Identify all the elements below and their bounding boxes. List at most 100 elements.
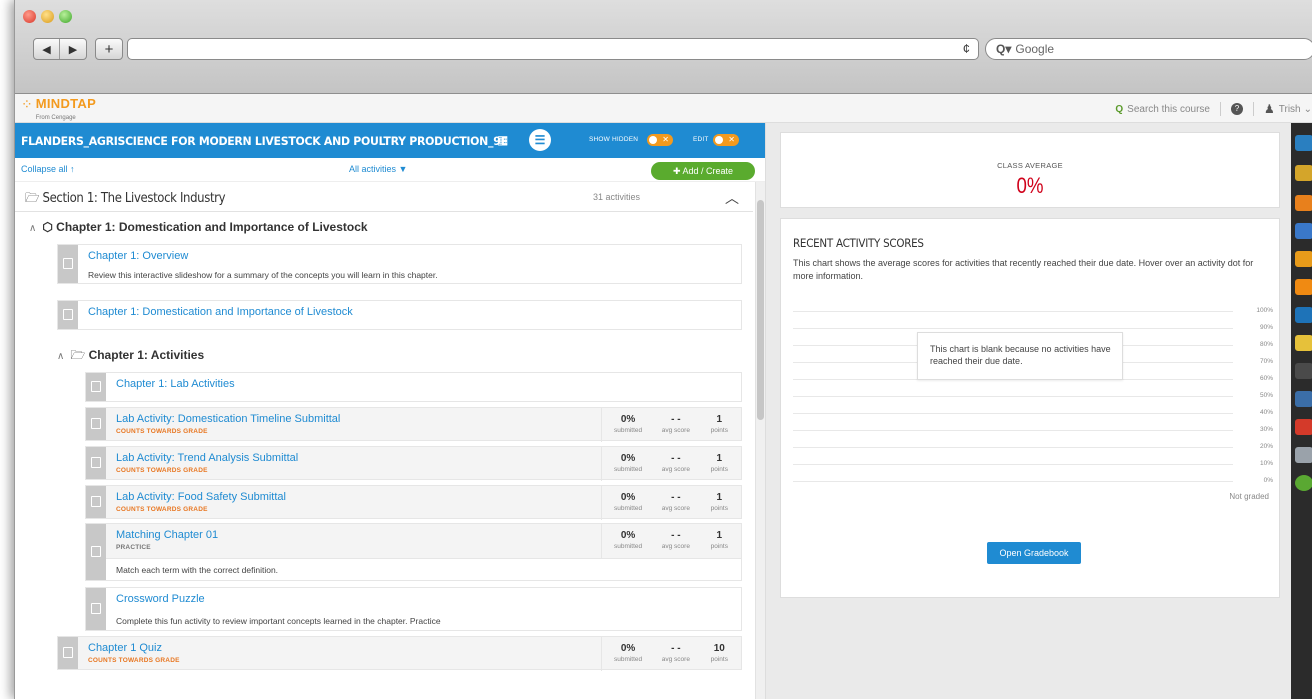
search-course-link[interactable]: Search this course: [1127, 104, 1210, 115]
list-item[interactable]: Chapter 1: Lab Activities: [85, 372, 742, 402]
points-stat: 1 points: [710, 530, 728, 551]
item-link[interactable]: Chapter 1 Quiz: [88, 642, 162, 654]
pencil-app-icon[interactable]: [1295, 165, 1312, 181]
item-link[interactable]: Lab Activity: Domestication Timeline Sub…: [116, 413, 340, 425]
divider: [1252, 102, 1254, 116]
collapse-all-link[interactable]: Collapse all ↑: [21, 164, 75, 174]
circle-app-icon[interactable]: [1295, 475, 1312, 491]
item-link[interactable]: Lab Activity: Food Safety Submittal: [116, 491, 286, 503]
list-item[interactable]: Chapter 1: Overview Review this interact…: [57, 244, 742, 284]
list-item[interactable]: Crossword Puzzle Complete this fun activ…: [85, 587, 742, 631]
user-menu[interactable]: Trish: [1279, 104, 1301, 115]
table-row[interactable]: Lab Activity: Trend Analysis Submittal C…: [85, 446, 742, 481]
chart-gridline: [793, 481, 1233, 482]
lifebuoy-app-icon[interactable]: [1295, 419, 1312, 435]
submitted-stat: 0% submitted: [613, 414, 643, 435]
chapter-header[interactable]: ∧ ⬡ Chapter 1: Domestication and Importan…: [29, 220, 368, 240]
help-icon[interactable]: ?: [1230, 103, 1243, 115]
document-icon: [86, 408, 106, 440]
close-window-button[interactable]: [23, 10, 36, 23]
globe-app-icon[interactable]: [1295, 223, 1312, 239]
table-row[interactable]: Chapter 1 Quiz COUNTS TOWARDS GRADE 0% su…: [57, 636, 742, 671]
y-tick-label: 20%: [1259, 443, 1273, 450]
browser-chrome: ◀ ▶ + ¢ Q▾ Google: [15, 0, 1312, 94]
show-hidden-toggle[interactable]: [647, 134, 673, 146]
document-icon: [86, 486, 106, 518]
reload-icon[interactable]: ¢: [963, 41, 970, 56]
minimize-window-button[interactable]: [41, 10, 54, 23]
new-tab-button[interactable]: +: [95, 38, 123, 60]
user-icon: ♟: [1263, 102, 1275, 116]
course-title: FLANDERS_AGRISCIENCE FOR MODERN LIVESTOC…: [21, 133, 508, 148]
calendar-icon[interactable]: ▦: [497, 133, 508, 147]
show-hidden-label: SHOW HIDDEN: [589, 136, 639, 143]
table-row[interactable]: Lab Activity: Domestication Timeline Sub…: [85, 407, 742, 442]
number-app-icon[interactable]: [1295, 279, 1312, 295]
mindtap-logo[interactable]: ⁘ MINDTAP From Cengage: [21, 97, 96, 125]
course-outline-pane: FLANDERS_AGRISCIENCE FOR MODERN LIVESTOC…: [15, 123, 765, 699]
activity-stats: 0% submitted - - avg score 1 points: [601, 408, 741, 442]
zoom-window-button[interactable]: [59, 10, 72, 23]
submitted-stat: 0% submitted: [613, 530, 643, 551]
forward-button[interactable]: ▶: [60, 39, 86, 59]
course-title-bar: FLANDERS_AGRISCIENCE FOR MODERN LIVESTOC…: [15, 123, 765, 158]
filter-icon: ▼: [398, 164, 408, 174]
all-activities-filter[interactable]: All activities ▼: [349, 164, 407, 174]
item-link[interactable]: Crossword Puzzle: [116, 593, 205, 605]
message-app-icon[interactable]: [1295, 447, 1312, 463]
web-app-icon[interactable]: [1295, 391, 1312, 407]
activity-stats: 0% submitted - - avg score 10 points: [601, 637, 741, 671]
book-app-icon[interactable]: [1295, 307, 1312, 323]
table-row[interactable]: Matching Chapter 01 PRACTICE 0% submitted…: [85, 523, 742, 581]
share-app-icon[interactable]: [1295, 363, 1312, 379]
dictionary-app-icon[interactable]: [1295, 251, 1312, 267]
item-link[interactable]: Chapter 1: Domestication and Importance …: [88, 306, 353, 318]
grade-tag: COUNTS TOWARDS GRADE: [116, 467, 208, 474]
briefcase-app-icon[interactable]: [1295, 135, 1312, 151]
address-bar[interactable]: ¢: [127, 38, 979, 60]
scrollbar-thumb[interactable]: [757, 200, 764, 420]
item-description-row: Match each term with the correct definit…: [106, 558, 741, 580]
add-create-button[interactable]: ✚ Add / Create: [651, 162, 755, 180]
item-description: Review this interactive slideshow for a …: [88, 270, 438, 280]
item-link[interactable]: Lab Activity: Trend Analysis Submittal: [116, 452, 298, 464]
list-view-icon[interactable]: ☰: [529, 129, 551, 151]
item-link[interactable]: Matching Chapter 01: [116, 529, 218, 541]
list-item[interactable]: Chapter 1: Domestication and Importance …: [57, 300, 742, 330]
chart-gridline: [793, 311, 1233, 312]
outline-scrollbar[interactable]: [755, 182, 765, 699]
chevron-up-icon[interactable]: ∧: [29, 223, 36, 234]
grade-tag: COUNTS TOWARDS GRADE: [116, 506, 208, 513]
activity-stats: 0% submitted - - avg score 1 points: [601, 486, 741, 520]
open-gradebook-button[interactable]: Open Gradebook: [987, 542, 1081, 564]
recent-scores-description: This chart shows the average scores for …: [793, 258, 1254, 281]
section-header[interactable]: 🗁 Section 1: The Livestock Industry 31 a…: [15, 182, 753, 212]
slideshow-icon: [58, 245, 78, 283]
points-stat: 1 points: [710, 492, 728, 513]
chevron-up-icon[interactable]: ︿: [725, 188, 739, 208]
folder-icon: 🗁: [70, 348, 86, 362]
edit-toggle[interactable]: [713, 134, 739, 146]
class-average-value: 0%: [1016, 173, 1044, 198]
plus-icon: ✚: [672, 166, 681, 176]
section-title: 🗁 Section 1: The Livestock Industry: [25, 191, 226, 206]
chart-gridline: [793, 328, 1233, 329]
browser-search-field[interactable]: Q▾ Google: [985, 38, 1312, 60]
back-button[interactable]: ◀: [34, 39, 60, 59]
submitted-stat: 0% submitted: [613, 643, 643, 664]
activities-folder-header[interactable]: ∧ 🗁 Chapter 1: Activities: [57, 346, 204, 367]
avg-score-stat: - - avg score: [661, 492, 690, 513]
chevron-down-icon[interactable]: ⌄: [1304, 104, 1312, 115]
chart-gridline: [793, 447, 1233, 448]
puzzle-icon: [86, 588, 106, 630]
avg-score-stat: - - avg score: [661, 643, 690, 664]
search-course-icon[interactable]: Q: [1115, 104, 1123, 115]
chevron-up-icon[interactable]: ∧: [57, 351, 64, 362]
item-link[interactable]: Chapter 1: Lab Activities: [116, 378, 235, 390]
item-link[interactable]: Chapter 1: Overview: [88, 250, 188, 262]
practice-tag: PRACTICE: [116, 544, 151, 551]
rss-app-icon[interactable]: [1295, 195, 1312, 211]
note-app-icon[interactable]: [1295, 335, 1312, 351]
table-row[interactable]: Lab Activity: Food Safety Submittal COUN…: [85, 485, 742, 520]
nav-buttons: ◀ ▶: [33, 38, 87, 60]
